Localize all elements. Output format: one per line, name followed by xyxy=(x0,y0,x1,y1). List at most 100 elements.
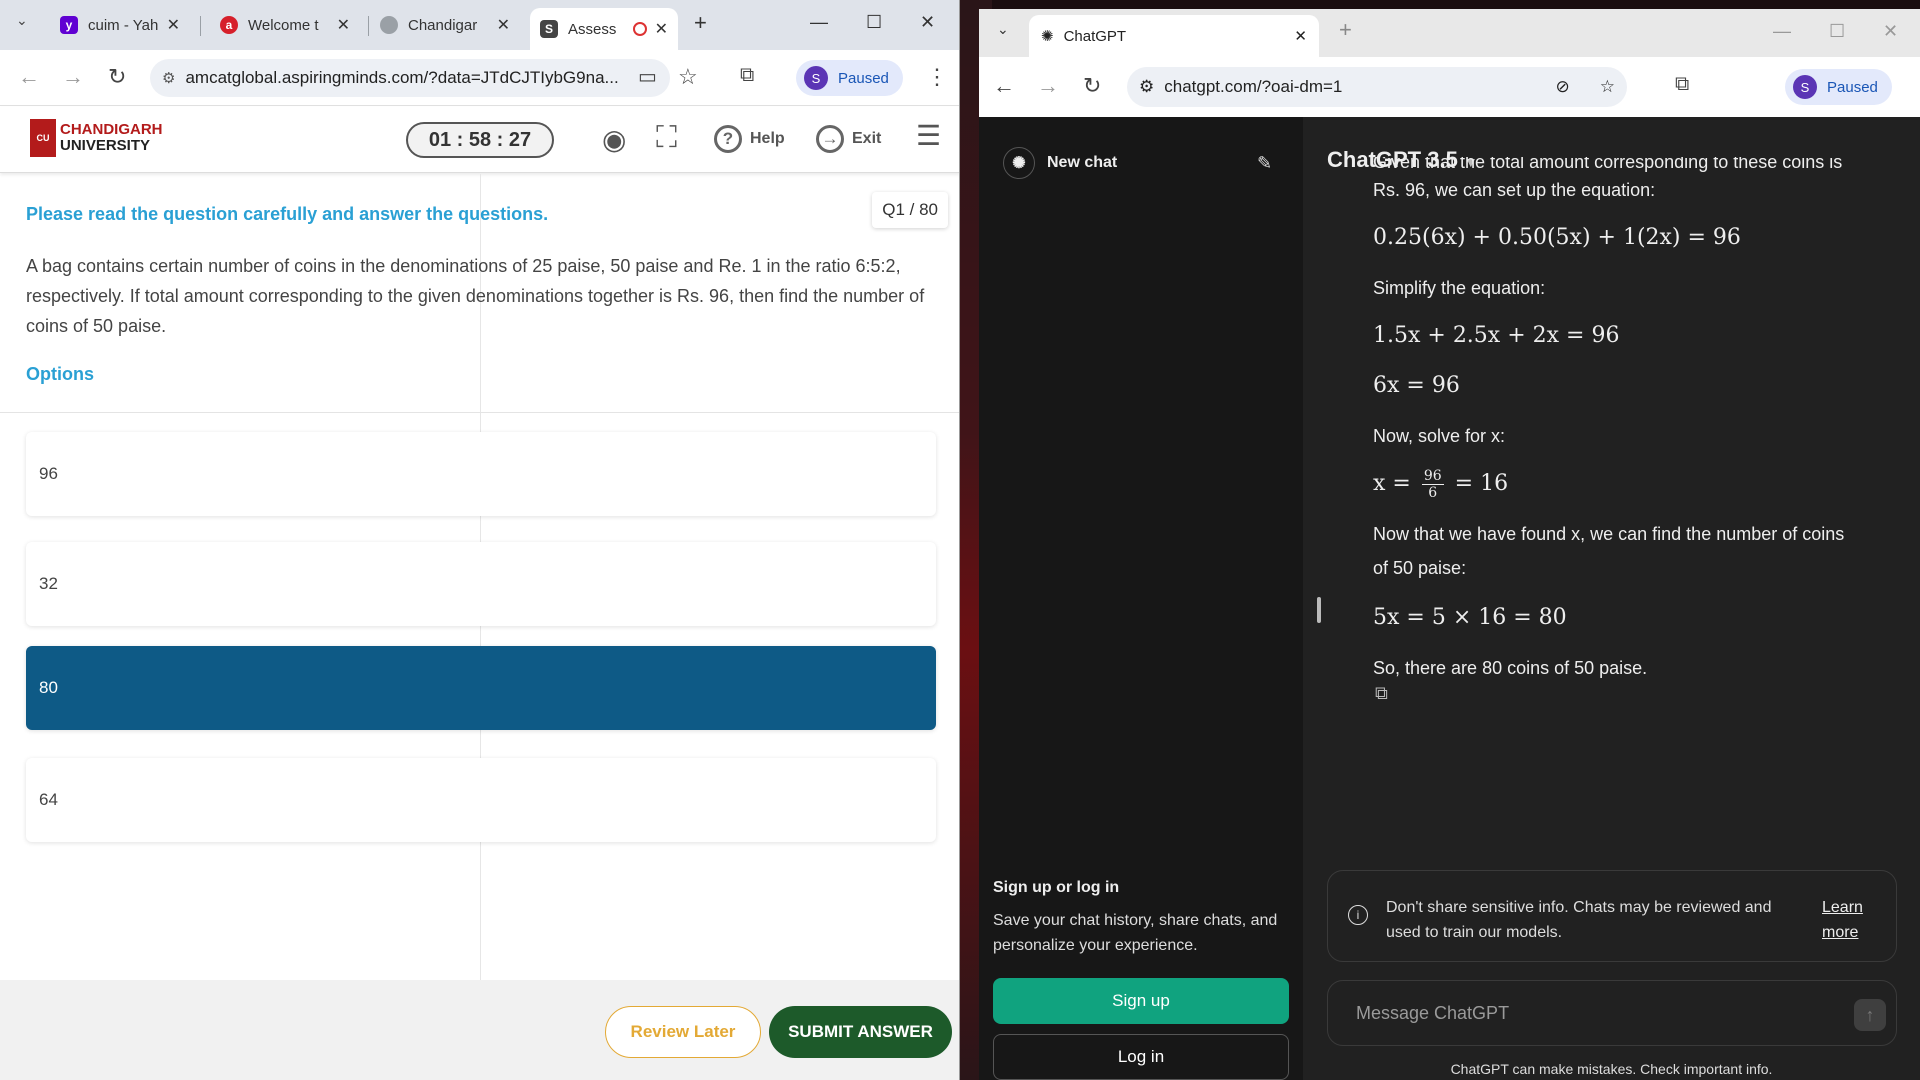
site-info-icon[interactable]: ⚙ xyxy=(162,69,175,87)
help-button[interactable]: ? Help xyxy=(714,125,785,153)
tab-search-icon[interactable]: ⌄ xyxy=(16,12,28,29)
close-tab-icon[interactable]: ✕ xyxy=(497,15,510,35)
new-tab-icon[interactable]: + xyxy=(694,10,707,36)
eye-off-icon[interactable]: ⊘ xyxy=(1556,77,1570,97)
equation: 6x = 96 xyxy=(1373,373,1460,398)
forward-icon[interactable]: → xyxy=(1037,73,1059,99)
browser-toolbar: ← → ↻ ⚙ amcatglobal.aspiringminds.com/?d… xyxy=(0,50,959,106)
record-icon[interactable]: ◉ xyxy=(602,123,626,156)
hamburger-menu-icon[interactable]: ☰ xyxy=(916,119,941,152)
close-tab-icon[interactable]: ✕ xyxy=(1294,27,1307,45)
option-1[interactable]: 96 xyxy=(26,432,936,516)
tab-yahoo[interactable]: y cuim - Yah ✕ xyxy=(50,8,190,42)
options-divider xyxy=(0,412,959,413)
url-text: amcatglobal.aspiringminds.com/?data=JTdC… xyxy=(185,68,619,87)
tab-assess[interactable]: S Assess ✕ xyxy=(530,8,678,50)
url-text: chatgpt.com/?oai-dm=1 xyxy=(1164,77,1343,96)
exam-footer: Review Later SUBMIT ANSWER xyxy=(0,980,959,1080)
learn-more-link[interactable]: Learn more xyxy=(1822,895,1882,945)
close-tab-icon[interactable]: ✕ xyxy=(655,19,668,39)
message-line: Now that we have found x, we can find th… xyxy=(1373,524,1845,544)
option-4[interactable]: 64 xyxy=(26,758,936,842)
s-icon: S xyxy=(540,20,558,38)
option-label: 96 xyxy=(39,464,58,483)
chatgpt-browser-window: ⌄ ✺ ChatGPT ✕ + — ☐ ✕ ← → ↻ ⚙ chatgpt.co… xyxy=(979,9,1920,1080)
tab-title: ChatGPT xyxy=(1063,27,1127,45)
arrow-up-icon: ↑ xyxy=(1865,1004,1875,1025)
site-info-icon[interactable]: ⚙ xyxy=(1139,77,1154,97)
option-3-selected[interactable]: 80 xyxy=(26,646,936,730)
message-input[interactable] xyxy=(1356,997,1816,1029)
copy-icon[interactable]: ⧉ xyxy=(1375,683,1388,704)
scrollbar[interactable] xyxy=(1317,597,1321,623)
reload-icon[interactable]: ↻ xyxy=(108,64,126,90)
equation: 5x = 5 × 16 = 80 xyxy=(1373,605,1567,630)
bookmark-star-icon[interactable]: ☆ xyxy=(678,64,698,90)
send-button[interactable]: ↑ xyxy=(1854,999,1886,1031)
close-window-icon[interactable]: ✕ xyxy=(1883,21,1898,42)
exit-icon: → xyxy=(816,125,844,153)
tab-title: cuim - Yah xyxy=(88,16,159,34)
browser-toolbar: ← → ↻ ⚙ chatgpt.com/?oai-dm=1 ⊘ ☆ ⧉ S Pa… xyxy=(979,57,1920,117)
chat-main: ChatGPT 3.5 ▼ Given that the total amount… xyxy=(1303,117,1920,1080)
tab-welcome[interactable]: a Welcome t ✕ xyxy=(210,8,360,42)
help-label: Help xyxy=(750,130,785,147)
globe-icon xyxy=(380,16,398,34)
disclaimer-text: ChatGPT can make mistakes. Check importa… xyxy=(1450,1061,1773,1077)
forward-icon[interactable]: → xyxy=(62,64,84,90)
message-line: Now, solve for x: xyxy=(1373,426,1506,446)
minimize-icon[interactable]: — xyxy=(1773,21,1791,42)
sign-up-button[interactable]: Sign up xyxy=(993,978,1289,1024)
chat-sidebar: ✺ New chat ✎ Sign up or log in Save your… xyxy=(979,117,1303,1080)
tab-search-icon[interactable]: ⌄ xyxy=(997,21,1009,38)
submit-answer-button[interactable]: SUBMIT ANSWER xyxy=(769,1006,952,1058)
new-chat-button[interactable]: ✺ New chat xyxy=(1003,147,1117,179)
profile-button[interactable]: S Paused xyxy=(796,60,903,96)
back-icon[interactable]: ← xyxy=(993,73,1015,99)
back-icon[interactable]: ← xyxy=(18,64,40,90)
camera-icon[interactable]: ▭ xyxy=(638,64,657,89)
openai-logo-icon: ✺ xyxy=(1003,147,1035,179)
question-number-badge: Q1 / 80 xyxy=(872,192,948,228)
profile-status: Paused xyxy=(1827,78,1878,96)
options-heading: Options xyxy=(26,364,94,384)
reload-icon[interactable]: ↻ xyxy=(1083,73,1101,99)
bookmark-star-icon[interactable]: ☆ xyxy=(1600,77,1615,97)
address-bar[interactable]: ⚙ chatgpt.com/?oai-dm=1 ⊘ ☆ xyxy=(1127,67,1627,107)
maximize-icon[interactable]: ☐ xyxy=(1829,21,1845,42)
address-bar[interactable]: ⚙ amcatglobal.aspiringminds.com/?data=JT… xyxy=(150,59,670,97)
minimize-icon[interactable]: — xyxy=(810,12,828,33)
aspiring-minds-icon: a xyxy=(220,16,238,34)
new-chat-label: New chat xyxy=(1047,154,1118,171)
exit-button[interactable]: → Exit xyxy=(816,125,881,153)
menu-kebab-icon[interactable]: ⋮ xyxy=(926,64,948,90)
tab-chandigarh[interactable]: Chandigar ✕ xyxy=(370,8,520,42)
notice-text: Don't share sensitive info. Chats may be… xyxy=(1386,899,1772,941)
new-tab-icon[interactable]: + xyxy=(1339,17,1352,43)
maximize-icon[interactable]: ☐ xyxy=(866,12,882,33)
log-in-button[interactable]: Log in xyxy=(993,1034,1289,1080)
review-later-button[interactable]: Review Later xyxy=(605,1006,761,1058)
close-tab-icon[interactable]: ✕ xyxy=(337,15,350,35)
edit-icon[interactable]: ✎ xyxy=(1257,153,1272,174)
close-tab-icon[interactable]: ✕ xyxy=(167,15,180,35)
option-2[interactable]: 32 xyxy=(26,542,936,626)
question-area: Please read the question carefully and a… xyxy=(0,174,959,984)
question-text: A bag contains certain number of coins i… xyxy=(26,256,925,336)
exam-timer: 01 : 58 : 27 xyxy=(406,122,554,158)
message-composer: ↑ xyxy=(1327,980,1897,1046)
fullscreen-icon[interactable]: ⛶ xyxy=(656,121,677,155)
tab-chatgpt[interactable]: ✺ ChatGPT ✕ xyxy=(1029,15,1319,57)
equation-part: x = xyxy=(1373,471,1411,496)
close-window-icon[interactable]: ✕ xyxy=(920,12,935,33)
privacy-notice: i Don't share sensitive info. Chats may … xyxy=(1327,870,1897,962)
exam-header: CU CHANDIGARH UNIVERSITY 01 : 58 : 27 ◉ … xyxy=(0,107,959,173)
tab-title: Assess xyxy=(568,20,617,38)
fraction: 96 6 xyxy=(1421,468,1444,501)
equation-part: = 16 xyxy=(1454,471,1509,496)
extensions-icon[interactable]: ⧉ xyxy=(740,64,754,87)
extensions-icon[interactable]: ⧉ xyxy=(1675,73,1689,96)
denominator: 6 xyxy=(1428,484,1438,501)
message-line: Rs. 96, we can set up the equation: xyxy=(1373,180,1656,200)
profile-button[interactable]: S Paused xyxy=(1785,69,1892,105)
